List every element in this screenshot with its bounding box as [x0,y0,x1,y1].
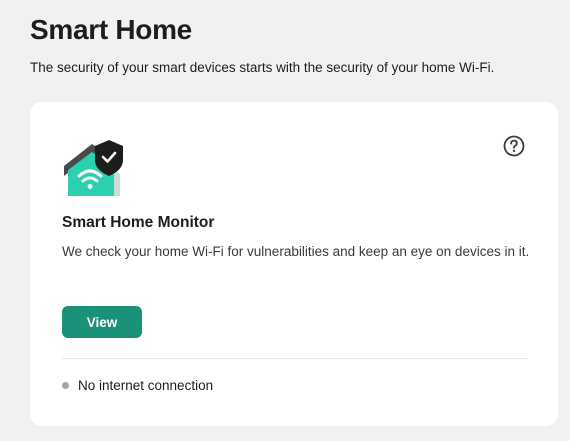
page-title: Smart Home [30,14,192,45]
status-indicator-dot [62,381,69,389]
smart-home-shield-icon [64,140,123,196]
card-description: We check your home Wi-Fi for vulnerabili… [62,244,530,259]
page-subtitle: The security of your smart devices start… [30,60,495,75]
smart-home-monitor-card: Smart Home Monitor We check your home Wi… [30,102,558,426]
status-row: No internet connection [62,376,213,394]
card-title: Smart Home Monitor [62,214,215,231]
view-button[interactable]: View [62,306,142,338]
status-text: No internet connection [78,377,214,393]
divider [62,358,527,359]
help-icon[interactable] [503,135,525,157]
